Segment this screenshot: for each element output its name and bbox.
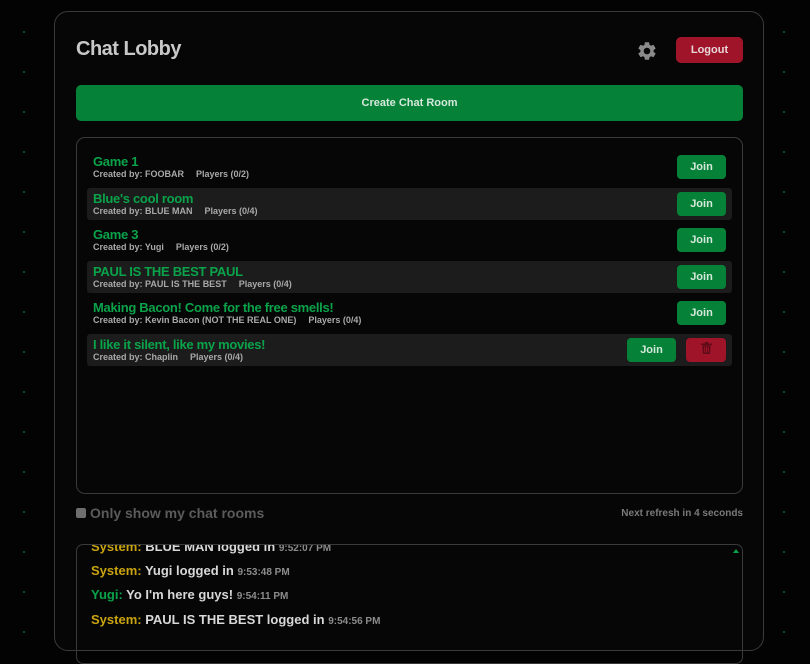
refresh-status: Next refresh in 4 seconds — [621, 508, 743, 519]
room-meta: Created by: FOOBAR Players (0/2) — [93, 169, 249, 179]
message-text: Yo I'm here guys! — [126, 587, 234, 602]
room-players: Players (0/4) — [204, 205, 258, 216]
room-name: Game 1 — [93, 154, 139, 169]
room-name: PAUL IS THE BEST PAUL — [93, 263, 243, 279]
chat-message: System: PAUL IS THE BEST logged in 9:54:… — [91, 612, 380, 627]
room-meta: Created by: PAUL IS THE BEST Players (0/4… — [93, 279, 292, 289]
message-time: 9:53:48 PM — [237, 567, 290, 578]
room-creator: Created by: Kevin Bacon (NOT THE REAL ON… — [93, 315, 297, 326]
room-meta: Created by: BLUE MAN Players (0/4) — [93, 206, 258, 216]
message-time: 9:54:56 PM — [328, 616, 381, 627]
room-players: Players (0/4) — [308, 315, 362, 326]
room-name: Game 3 — [93, 227, 139, 243]
message-author: Yugi: — [91, 587, 123, 602]
room-players: Players (0/2) — [175, 242, 229, 253]
my-rooms-filter[interactable]: Only show my chat rooms — [76, 505, 264, 521]
chat-log[interactable]: System: BLUE MAN logged in 9:52:07 PM Sy… — [76, 544, 743, 664]
message-author: System: — [91, 563, 142, 578]
chat-message: Yugi: Yo I'm here guys! 9:54:11 PM — [91, 587, 288, 602]
message-text: Yugi logged in — [144, 563, 234, 578]
room-creator: Created by: Yugi — [93, 242, 164, 253]
trash-icon — [700, 342, 712, 357]
join-button[interactable]: Join — [677, 155, 726, 179]
room-item: Blue's cool room Created by: BLUE MAN Pla… — [87, 187, 732, 220]
message-text: PAUL IS THE BEST logged in — [145, 612, 325, 627]
message-author: System: — [91, 544, 142, 554]
join-button[interactable]: Join — [677, 301, 726, 326]
page-title: Chat Lobby — [76, 38, 182, 60]
room-item: Game 1 Created by: FOOBAR Players (0/2) J… — [87, 151, 732, 183]
logout-button[interactable]: Logout — [676, 37, 743, 63]
room-creator: Created by: Chaplin — [93, 351, 179, 362]
room-players: Players (0/4) — [190, 351, 244, 362]
room-item: I like it silent, like my movies! Create… — [87, 333, 732, 366]
message-author: System: — [91, 612, 142, 627]
join-button[interactable]: Join — [677, 264, 726, 289]
message-time: 9:54:11 PM — [236, 591, 289, 602]
join-button[interactable]: Join — [627, 337, 676, 362]
room-creator: Created by: BLUE MAN — [93, 205, 193, 216]
my-rooms-checkbox[interactable] — [76, 508, 86, 518]
message-text: BLUE MAN logged in — [145, 544, 276, 554]
room-list: Game 1 Created by: FOOBAR Players (0/2) J… — [76, 137, 743, 494]
room-players: Players (0/2) — [196, 169, 250, 179]
chat-message: System: BLUE MAN logged in 9:52:07 PM — [91, 544, 332, 554]
chat-message: System: Yugi logged in 9:53:48 PM — [91, 563, 290, 578]
room-meta: Created by: Yugi Players (0/2) — [93, 242, 229, 252]
join-button[interactable]: Join — [677, 191, 726, 216]
room-players: Players (0/4) — [238, 278, 292, 289]
join-button[interactable]: Join — [677, 228, 726, 253]
room-meta: Created by: Kevin Bacon (NOT THE REAL ON… — [93, 315, 361, 325]
my-rooms-filter-label: Only show my chat rooms — [90, 505, 265, 521]
room-name: Blue's cool room — [93, 190, 194, 206]
message-time: 9:52:07 PM — [278, 544, 332, 554]
create-chat-room-button[interactable]: Create Chat Room — [76, 85, 743, 121]
room-creator: Created by: FOOBAR — [93, 169, 185, 179]
chat-lobby-panel: Chat Lobby Logout Create Chat Room Game … — [54, 11, 764, 664]
delete-room-button[interactable] — [686, 337, 726, 362]
room-creator: Created by: PAUL IS THE BEST — [93, 278, 227, 289]
room-name: Making Bacon! Come for the free smells! — [93, 300, 334, 316]
room-item: Making Bacon! Come for the free smells! … — [87, 297, 732, 329]
room-item: PAUL IS THE BEST PAUL Created by: PAUL I… — [87, 260, 732, 293]
room-name: I like it silent, like my movies! — [93, 336, 266, 352]
scroll-up-arrow[interactable] — [733, 549, 739, 553]
room-meta: Created by: Chaplin Players (0/4) — [93, 352, 243, 362]
room-item: Game 3 Created by: Yugi Players (0/2) Joi… — [87, 224, 732, 256]
gear-icon[interactable] — [636, 40, 658, 62]
